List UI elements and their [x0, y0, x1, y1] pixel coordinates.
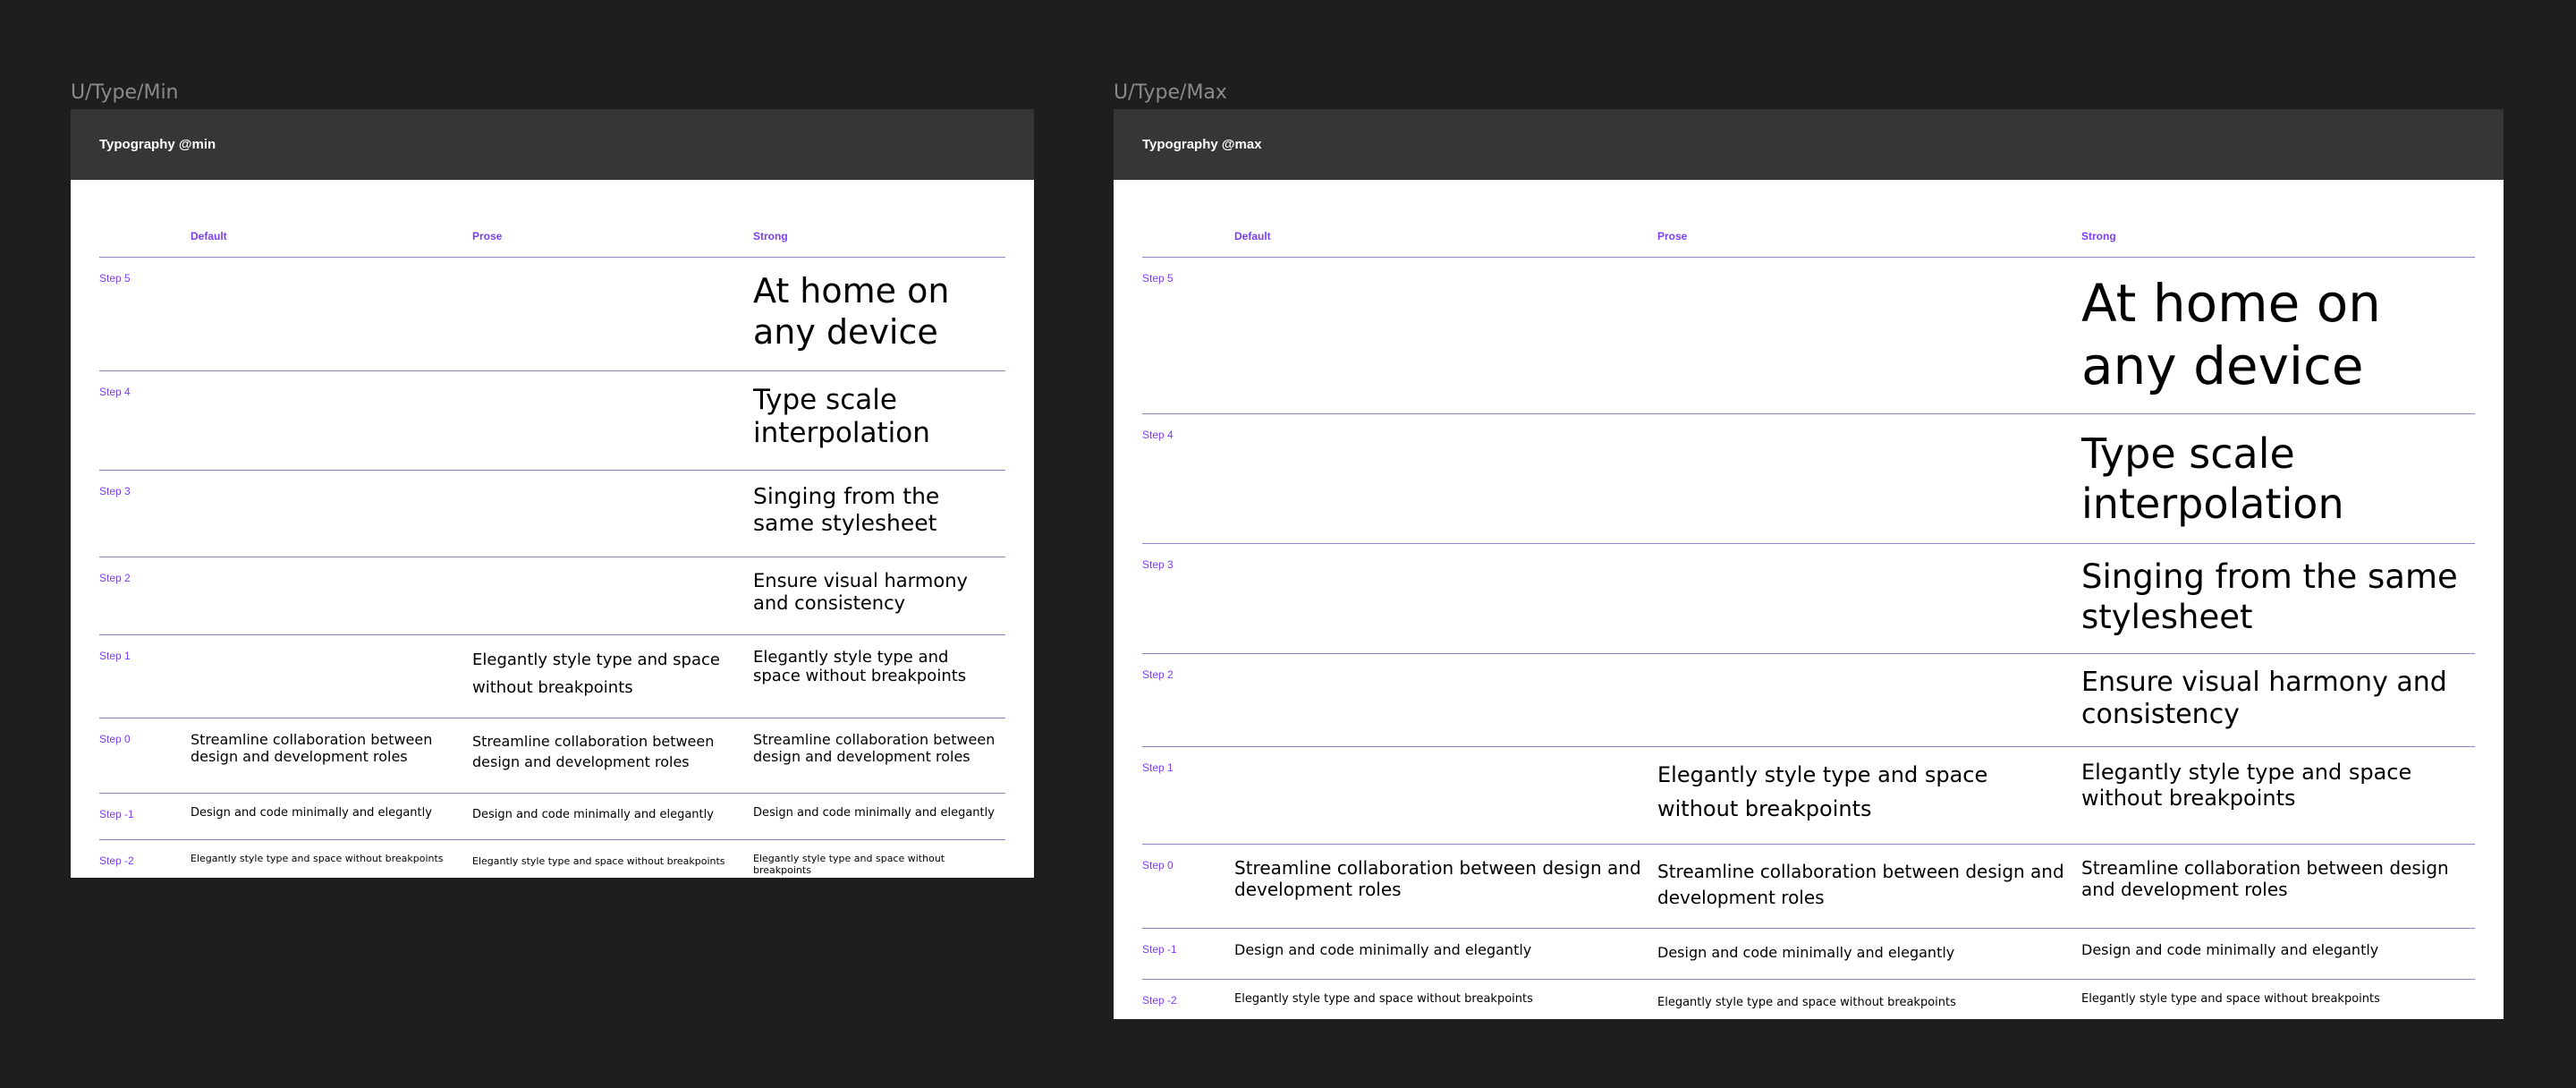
- frame-label-max: U/Type/Max: [1114, 81, 1227, 104]
- frame-header: Typography @max: [1114, 109, 2504, 180]
- table-row: Step -1 Design and code minimally and el…: [99, 793, 1005, 840]
- prose-cell: [1657, 257, 2081, 414]
- strong-cell: Ensure visual harmony and consistency: [2081, 653, 2475, 747]
- table-row: Step 3 Singing from the same stylesheet: [99, 470, 1005, 557]
- default-cell: Elegantly style type and space without b…: [1234, 991, 1533, 1006]
- column-header-default: Default: [191, 216, 472, 258]
- table-row: Step 5 At home on any device: [1142, 257, 2475, 414]
- default-cell: [191, 557, 472, 635]
- prose-cell: [472, 370, 753, 471]
- step-label: Step 1: [1142, 746, 1234, 845]
- strong-cell: Elegantly style type and space without b…: [753, 852, 945, 876]
- strong-cell: Ensure visual harmony and consistency: [753, 557, 1005, 635]
- table-row: Step 1 Elegantly style type and space wi…: [99, 634, 1005, 718]
- default-cell: Streamline collaboration between design …: [191, 718, 472, 794]
- strong-cell: Type scale interpolation: [753, 370, 1005, 471]
- strong-cell: Singing from the same stylesheet: [2081, 543, 2475, 654]
- step-label: Step 1: [99, 634, 191, 718]
- step-label: Step 3: [1142, 543, 1234, 654]
- strong-cell: At home on any device: [753, 257, 1005, 371]
- default-cell: [191, 470, 472, 557]
- default-cell: [191, 370, 472, 471]
- step-label: Step 5: [99, 257, 191, 371]
- default-cell: Design and code minimally and elegantly: [191, 793, 472, 840]
- step-label: Step -1: [99, 793, 191, 840]
- prose-cell: [1657, 653, 2081, 747]
- column-header-strong: Strong: [2081, 216, 2475, 258]
- prose-cell: Streamline collaboration between design …: [472, 718, 753, 794]
- table-header-row: Default Prose Strong: [1142, 216, 2475, 258]
- table-row: Step 4 Type scale interpolation: [1142, 413, 2475, 544]
- default-cell: [1234, 543, 1657, 654]
- step-label: Step 2: [1142, 653, 1234, 747]
- step-column-header: [1142, 216, 1234, 258]
- strong-cell: Streamline collaboration between design …: [2081, 844, 2475, 929]
- prose-cell: Design and code minimally and elegantly: [1657, 928, 2081, 980]
- prose-cell: Elegantly style type and space without b…: [1657, 746, 2081, 845]
- table-row: Step 1 Elegantly style type and space wi…: [1142, 746, 2475, 845]
- prose-cell: Design and code minimally and elegantly: [472, 793, 753, 840]
- step-label: Step -2: [99, 854, 134, 867]
- typography-max-frame: Typography @max Default Prose Strong Ste…: [1114, 109, 2504, 1019]
- frame-header: Typography @min: [71, 109, 1034, 180]
- step-column-header: [99, 216, 191, 258]
- step-label: Step 5: [1142, 257, 1234, 414]
- step-label: Step 2: [99, 557, 191, 635]
- strong-cell: Elegantly style type and space without b…: [753, 634, 1005, 718]
- default-cell: [1234, 746, 1657, 845]
- default-cell: [191, 634, 472, 718]
- table-header-row: Default Prose Strong: [99, 216, 1005, 258]
- strong-cell: Singing from the same stylesheet: [753, 470, 1005, 557]
- step-label: Step 0: [1142, 844, 1234, 929]
- prose-cell: [472, 470, 753, 557]
- table-row: Step 4 Type scale interpolation: [99, 370, 1005, 471]
- strong-cell: Streamline collaboration between design …: [753, 718, 1005, 794]
- type-scale-table: Default Prose Strong Step 5 At home on a…: [99, 216, 1005, 889]
- step-label: Step 4: [99, 370, 191, 471]
- step-label: Step 0: [99, 718, 191, 794]
- column-header-strong: Strong: [753, 216, 1005, 258]
- default-cell: [1234, 257, 1657, 414]
- table-row: Step 0 Streamline collaboration between …: [1142, 844, 2475, 929]
- column-header-prose: Prose: [1657, 216, 2081, 258]
- strong-cell: Elegantly style type and space without b…: [2081, 746, 2475, 845]
- prose-cell: Streamline collaboration between design …: [1657, 844, 2081, 929]
- step-label: Step 4: [1142, 413, 1234, 544]
- step-label: Step 3: [99, 470, 191, 557]
- strong-cell: Type scale interpolation: [2081, 413, 2475, 544]
- default-cell: [1234, 413, 1657, 544]
- typography-min-frame: Typography @min Default Prose Strong Ste…: [71, 109, 1034, 878]
- type-scale-table: Default Prose Strong Step 5 At home on a…: [1142, 216, 2475, 1033]
- prose-cell: Elegantly style type and space without b…: [472, 634, 753, 718]
- prose-cell: [1657, 543, 2081, 654]
- column-header-prose: Prose: [472, 216, 753, 258]
- prose-cell: Elegantly style type and space without b…: [1657, 995, 1956, 1009]
- strong-cell: At home on any device: [2081, 257, 2475, 414]
- frame-label-min: U/Type/Min: [71, 81, 179, 104]
- step-label: Step -1: [1142, 928, 1234, 980]
- strong-cell: Design and code minimally and elegantly: [753, 793, 1005, 840]
- default-cell: [1234, 653, 1657, 747]
- prose-cell: [472, 257, 753, 371]
- column-header-default: Default: [1234, 216, 1657, 258]
- table-row: Step -2 Elegantly style type and space w…: [99, 839, 1005, 889]
- prose-cell: Elegantly style type and space without b…: [472, 854, 725, 867]
- strong-cell: Design and code minimally and elegantly: [2081, 928, 2475, 980]
- default-cell: Streamline collaboration between design …: [1234, 844, 1657, 929]
- table-row: Step -1 Design and code minimally and el…: [1142, 928, 2475, 980]
- table-row: Step 3 Singing from the same stylesheet: [1142, 543, 2475, 654]
- prose-cell: [472, 557, 753, 635]
- strong-cell: Elegantly style type and space without b…: [2081, 991, 2380, 1006]
- table-row: Step 0 Streamline collaboration between …: [99, 718, 1005, 794]
- default-cell: [191, 257, 472, 371]
- prose-cell: [1657, 413, 2081, 544]
- step-label: Step -2: [1142, 993, 1177, 1007]
- table-row: Step 2 Ensure visual harmony and consist…: [99, 557, 1005, 635]
- table-row: Step 2 Ensure visual harmony and consist…: [1142, 653, 2475, 747]
- table-row: Step -2 Elegantly style type and space w…: [1142, 979, 2475, 1033]
- table-row: Step 5 At home on any device: [99, 257, 1005, 371]
- default-cell: Design and code minimally and elegantly: [1234, 928, 1657, 980]
- default-cell: Elegantly style type and space without b…: [191, 852, 444, 864]
